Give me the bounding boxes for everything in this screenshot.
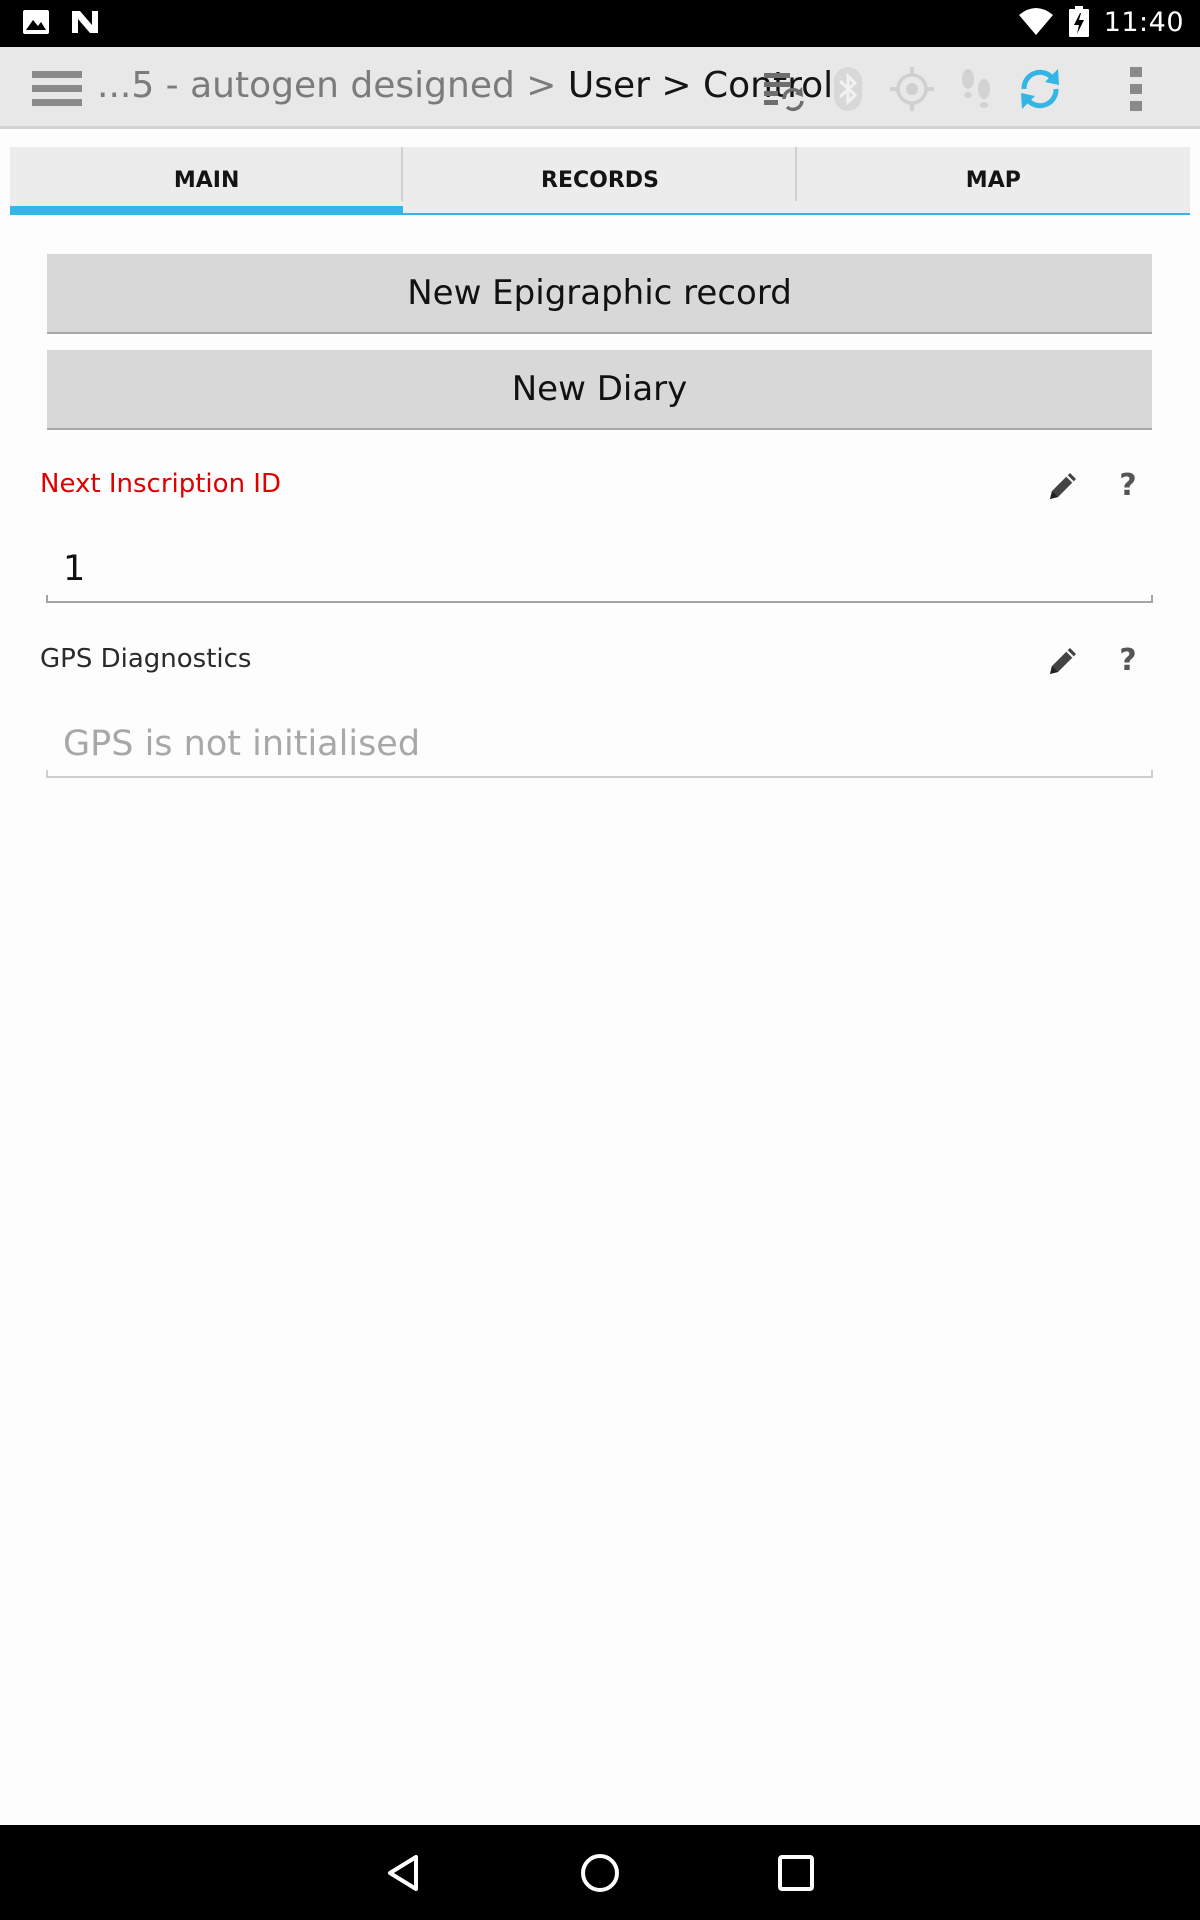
back-icon[interactable] xyxy=(380,1849,428,1897)
tab-bar: MAIN RECORDS MAP xyxy=(10,147,1190,215)
tab-map-label: MAP xyxy=(965,167,1021,193)
tab-records-label: RECORDS xyxy=(541,167,659,193)
help-icon[interactable]: ? xyxy=(1112,469,1144,503)
tab-map[interactable]: MAP xyxy=(796,147,1190,215)
breadcrumb-title: ...5 - autogen designed > User > Control xyxy=(97,65,833,106)
pencil-icon[interactable] xyxy=(1046,644,1080,678)
gps-icon[interactable] xyxy=(888,65,936,113)
sync-records-icon[interactable] xyxy=(760,65,808,113)
battery-icon xyxy=(1068,6,1089,37)
gps-diagnostics-label: GPS Diagnostics xyxy=(40,644,252,674)
recents-icon[interactable] xyxy=(772,1849,820,1897)
sync-icon[interactable] xyxy=(1016,65,1064,113)
tab-records[interactable]: RECORDS xyxy=(403,147,797,215)
home-icon[interactable] xyxy=(576,1849,624,1897)
tracking-footsteps-icon[interactable] xyxy=(952,65,1000,113)
tab-main-label: MAIN xyxy=(173,167,240,193)
gps-diagnostics-field[interactable]: GPS is not initialised xyxy=(46,724,1153,778)
pencil-icon[interactable] xyxy=(1046,469,1080,503)
menu-icon[interactable] xyxy=(32,69,82,109)
help-icon[interactable]: ? xyxy=(1112,644,1144,678)
status-clock: 11:40 xyxy=(1103,6,1184,38)
new-epigraphic-record-button[interactable]: New Epigraphic record xyxy=(47,254,1152,334)
n-icon xyxy=(72,11,98,33)
action-bar: ...5 - autogen designed > User > Control xyxy=(0,47,1200,129)
image-icon xyxy=(23,10,49,34)
next-inscription-id-field[interactable]: 1 xyxy=(46,549,1153,603)
navigation-bar xyxy=(0,1825,1200,1920)
tab-main[interactable]: MAIN xyxy=(10,147,404,215)
next-inscription-id-label: Next Inscription ID xyxy=(40,469,281,499)
overflow-menu-icon[interactable] xyxy=(1112,65,1160,113)
new-diary-button[interactable]: New Diary xyxy=(47,350,1152,430)
status-bar: 11:40 xyxy=(0,0,1200,47)
wifi-icon xyxy=(1018,8,1053,35)
breadcrumb-prefix: ...5 - autogen designed > xyxy=(97,65,568,106)
bluetooth-icon[interactable] xyxy=(824,65,872,113)
